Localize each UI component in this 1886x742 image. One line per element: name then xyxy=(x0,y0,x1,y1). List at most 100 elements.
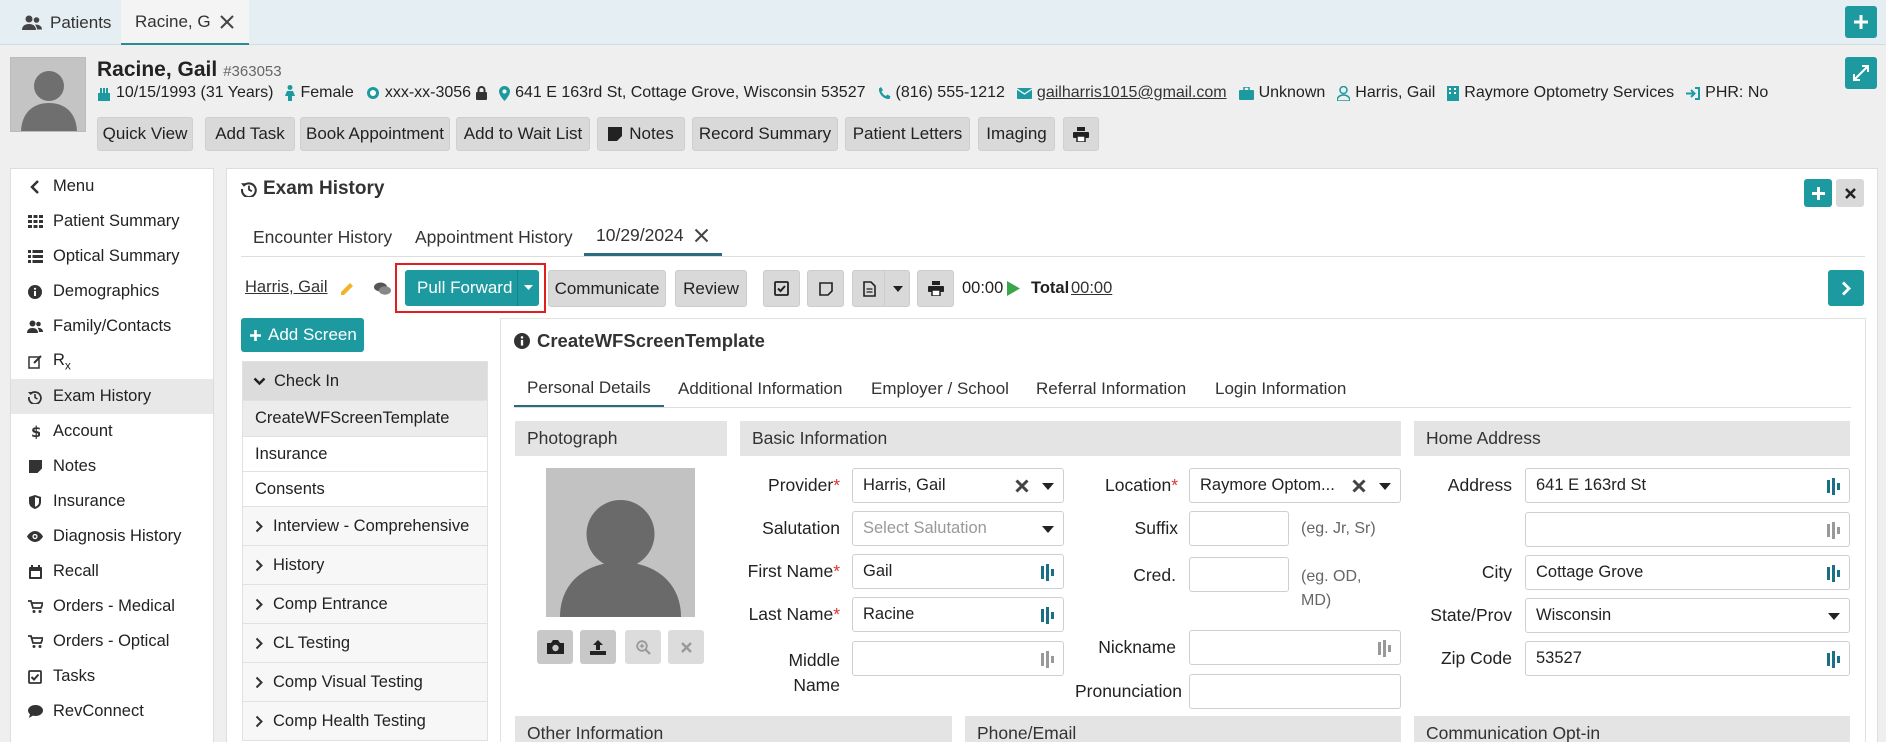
clear-icon[interactable] xyxy=(1015,479,1029,493)
screen-item-consents[interactable]: Consents xyxy=(242,472,488,507)
nickname-field[interactable] xyxy=(1189,630,1401,665)
sidebar-item-family-contacts[interactable]: Family/Contacts xyxy=(11,309,213,344)
cred-field[interactable] xyxy=(1189,557,1289,592)
communicate-button[interactable]: Communicate xyxy=(548,270,666,307)
tab-employer-school[interactable]: Employer / School xyxy=(871,370,1009,408)
sidebar-item-label: Optical Summary xyxy=(53,247,180,265)
clear-icon[interactable] xyxy=(1352,479,1366,493)
pronunciation-field[interactable] xyxy=(1189,674,1401,709)
sidebar-item-account[interactable]: $ Account xyxy=(11,414,213,449)
add-tab-button[interactable] xyxy=(1845,6,1877,38)
screen-group-comp-entrance[interactable]: Comp Entrance xyxy=(242,585,488,624)
lock-icon[interactable] xyxy=(476,86,488,100)
sidebar-item-diagnosis-history[interactable]: Diagnosis History xyxy=(11,519,213,554)
screen-group-comp-visual-testing[interactable]: Comp Visual Testing xyxy=(242,663,488,702)
document-dropdown-button[interactable] xyxy=(852,270,910,307)
comments-icon[interactable] xyxy=(374,282,391,296)
play-icon[interactable] xyxy=(1007,281,1020,296)
dictation-icon[interactable] xyxy=(1041,651,1055,668)
dictation-icon[interactable] xyxy=(1827,565,1841,582)
sidebar-item-demographics[interactable]: Demographics xyxy=(11,274,213,309)
total-time-link[interactable]: 00:00 xyxy=(1071,279,1112,298)
screen-group-cl-testing[interactable]: CL Testing xyxy=(242,624,488,663)
salutation-select[interactable]: Select Salutation xyxy=(852,511,1064,546)
print-encounter-button[interactable] xyxy=(917,270,954,307)
zoom-photo-button[interactable] xyxy=(625,630,661,664)
remove-photo-button[interactable] xyxy=(668,630,704,664)
sidebar-item-insurance[interactable]: Insurance xyxy=(11,484,213,519)
provider-select[interactable]: Harris, Gail xyxy=(852,468,1064,503)
upload-photo-button[interactable] xyxy=(580,630,616,664)
sidebar-item-rx[interactable]: Rx xyxy=(11,344,213,379)
tab-additional-information[interactable]: Additional Information xyxy=(678,370,842,408)
close-icon[interactable] xyxy=(694,228,709,243)
screen-item-insurance[interactable]: Insurance xyxy=(242,437,488,472)
state-select[interactable]: Wisconsin xyxy=(1525,598,1850,633)
check-button[interactable] xyxy=(763,270,800,307)
dictation-icon[interactable] xyxy=(1378,640,1392,657)
book-appointment-button[interactable]: Book Appointment xyxy=(300,117,450,151)
suffix-field[interactable] xyxy=(1189,511,1289,546)
caret-down-icon[interactable] xyxy=(518,284,539,292)
screen-group-interview[interactable]: Interview - Comprehensive xyxy=(242,507,488,546)
take-photo-button[interactable] xyxy=(537,630,573,664)
quick-view-button[interactable]: Quick View xyxy=(97,117,193,151)
tab-encounter-history[interactable]: Encounter History xyxy=(253,218,392,256)
city-field[interactable]: Cottage Grove xyxy=(1525,555,1850,590)
review-button[interactable]: Review xyxy=(675,270,747,307)
tab-encounter-date[interactable]: 10/29/2024 xyxy=(584,218,722,256)
last-name-field[interactable]: Racine xyxy=(852,597,1064,632)
sidebar-item-revconnect[interactable]: RevConnect xyxy=(11,694,213,729)
imaging-button[interactable]: Imaging xyxy=(978,117,1055,151)
sidebar-item-tasks[interactable]: Tasks xyxy=(11,659,213,694)
patient-letters-button[interactable]: Patient Letters xyxy=(845,117,970,151)
pencil-icon[interactable] xyxy=(339,281,355,297)
sidebar-item-patient-summary[interactable]: Patient Summary xyxy=(11,204,213,239)
pull-forward-button[interactable]: Pull Forward xyxy=(405,270,539,306)
next-button[interactable] xyxy=(1828,270,1864,306)
dictation-icon[interactable] xyxy=(1041,607,1055,624)
dictation-icon[interactable] xyxy=(1827,478,1841,495)
patient-email-link[interactable]: gailharris1015@gmail.com xyxy=(1037,84,1227,102)
close-exam-button[interactable] xyxy=(1836,179,1864,207)
first-name-field[interactable]: Gail xyxy=(852,554,1064,589)
tab-referral-information[interactable]: Referral Information xyxy=(1036,370,1186,408)
provider-link[interactable]: Harris, Gail xyxy=(245,278,328,297)
sidebar-item-menu[interactable]: Menu xyxy=(11,169,213,204)
sidebar-item-recall[interactable]: Recall xyxy=(11,554,213,589)
tab-patient-racine[interactable]: Racine, G xyxy=(121,0,249,45)
record-summary-button[interactable]: Record Summary xyxy=(692,117,838,151)
sidebar-item-optical-summary[interactable]: Optical Summary xyxy=(11,239,213,274)
tab-appointment-history[interactable]: Appointment History xyxy=(415,218,573,256)
address-line2-field[interactable] xyxy=(1525,512,1850,547)
sidebar-item-orders-medical[interactable]: Orders - Medical xyxy=(11,589,213,624)
add-to-wait-list-button[interactable]: Add to Wait List xyxy=(456,117,590,151)
add-task-button[interactable]: Add Task xyxy=(205,117,295,151)
sidebar-item-notes[interactable]: Notes xyxy=(11,449,213,484)
dictation-icon[interactable] xyxy=(1827,522,1841,539)
dictation-icon[interactable] xyxy=(1041,564,1055,581)
location-select[interactable]: Raymore Optom... xyxy=(1189,468,1401,503)
notes-button[interactable]: Notes xyxy=(597,117,685,151)
zip-code-field[interactable]: 53527 xyxy=(1525,641,1850,676)
chevron-right-icon xyxy=(255,520,263,532)
tab-login-information[interactable]: Login Information xyxy=(1215,370,1346,408)
screen-group-comp-health-testing[interactable]: Comp Health Testing xyxy=(242,702,488,741)
screen-group-history[interactable]: History xyxy=(242,546,488,585)
screen-group-check-in[interactable]: Check In xyxy=(242,361,488,401)
tab-patients[interactable]: Patients xyxy=(22,0,111,45)
screen-item-createwfscreentemplate[interactable]: CreateWFScreenTemplate xyxy=(242,401,488,437)
add-screen-button[interactable]: Add Screen xyxy=(241,318,364,352)
middle-name-field[interactable] xyxy=(852,641,1064,676)
expand-button[interactable] xyxy=(1845,57,1877,89)
dictation-icon[interactable] xyxy=(1827,651,1841,668)
note-button[interactable] xyxy=(807,270,844,307)
note-icon xyxy=(28,460,42,473)
tab-personal-details[interactable]: Personal Details xyxy=(514,370,664,408)
address-line1-field[interactable]: 641 E 163rd St xyxy=(1525,468,1850,503)
sidebar-item-exam-history[interactable]: Exam History xyxy=(11,379,213,414)
print-button[interactable] xyxy=(1063,117,1099,151)
close-icon[interactable] xyxy=(219,14,235,30)
sidebar-item-orders-optical[interactable]: Orders - Optical xyxy=(11,624,213,659)
add-exam-button[interactable] xyxy=(1804,179,1832,207)
